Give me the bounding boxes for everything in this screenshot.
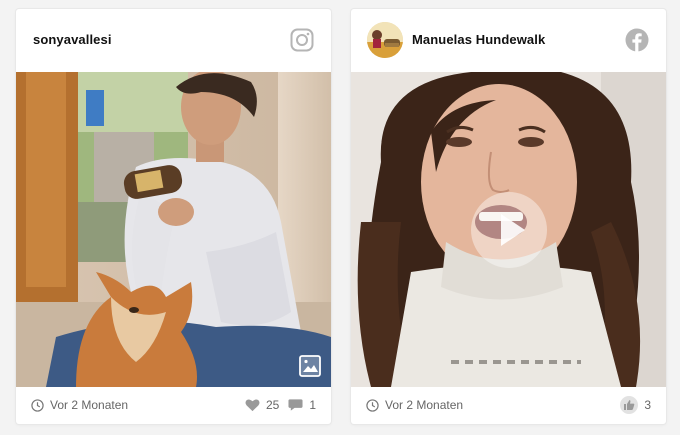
instagram-icon[interactable]: [290, 28, 314, 52]
post-card[interactable]: sonyavallesi Vor 2 Monaten 25 1: [16, 9, 331, 424]
time-ago-text: Vor 2 Monaten: [50, 398, 129, 412]
post-footer: Vor 2 Monaten 3: [351, 387, 666, 424]
post-stats: 3: [620, 396, 651, 414]
avatar-image: [367, 22, 403, 58]
post-footer: Vor 2 Monaten 25 1: [16, 387, 331, 424]
facebook-icon[interactable]: [625, 28, 649, 52]
post-timestamp[interactable]: Vor 2 Monaten: [31, 398, 128, 412]
clock-icon: [31, 398, 44, 412]
thumbs-up-icon: [624, 400, 635, 410]
avatar[interactable]: [367, 22, 403, 58]
likes-count: 3: [644, 398, 651, 412]
comment-icon: [288, 399, 303, 411]
comments-count: 1: [309, 398, 316, 412]
time-ago-text: Vor 2 Monaten: [385, 398, 464, 412]
thumbs-up-badge: [620, 396, 639, 414]
post-timestamp[interactable]: Vor 2 Monaten: [366, 398, 463, 412]
post-header: sonyavallesi: [16, 9, 331, 72]
post-author[interactable]: Manuelas Hundewalk: [412, 32, 545, 47]
clock-icon: [366, 398, 379, 412]
image-icon: [299, 355, 321, 377]
play-button[interactable]: [471, 192, 547, 268]
play-icon: [501, 214, 525, 246]
post-stats: 25 1: [245, 398, 316, 412]
likes-count: 25: [265, 398, 280, 412]
post-image[interactable]: [16, 72, 331, 387]
post-header: Manuelas Hundewalk: [351, 9, 666, 72]
post-video[interactable]: [351, 72, 666, 387]
heart-icon: [245, 399, 260, 412]
post-photo: [16, 72, 331, 387]
post-card[interactable]: Manuelas Hundewalk Vor 2 Monaten 3: [351, 9, 666, 424]
post-author[interactable]: sonyavallesi: [33, 32, 112, 47]
